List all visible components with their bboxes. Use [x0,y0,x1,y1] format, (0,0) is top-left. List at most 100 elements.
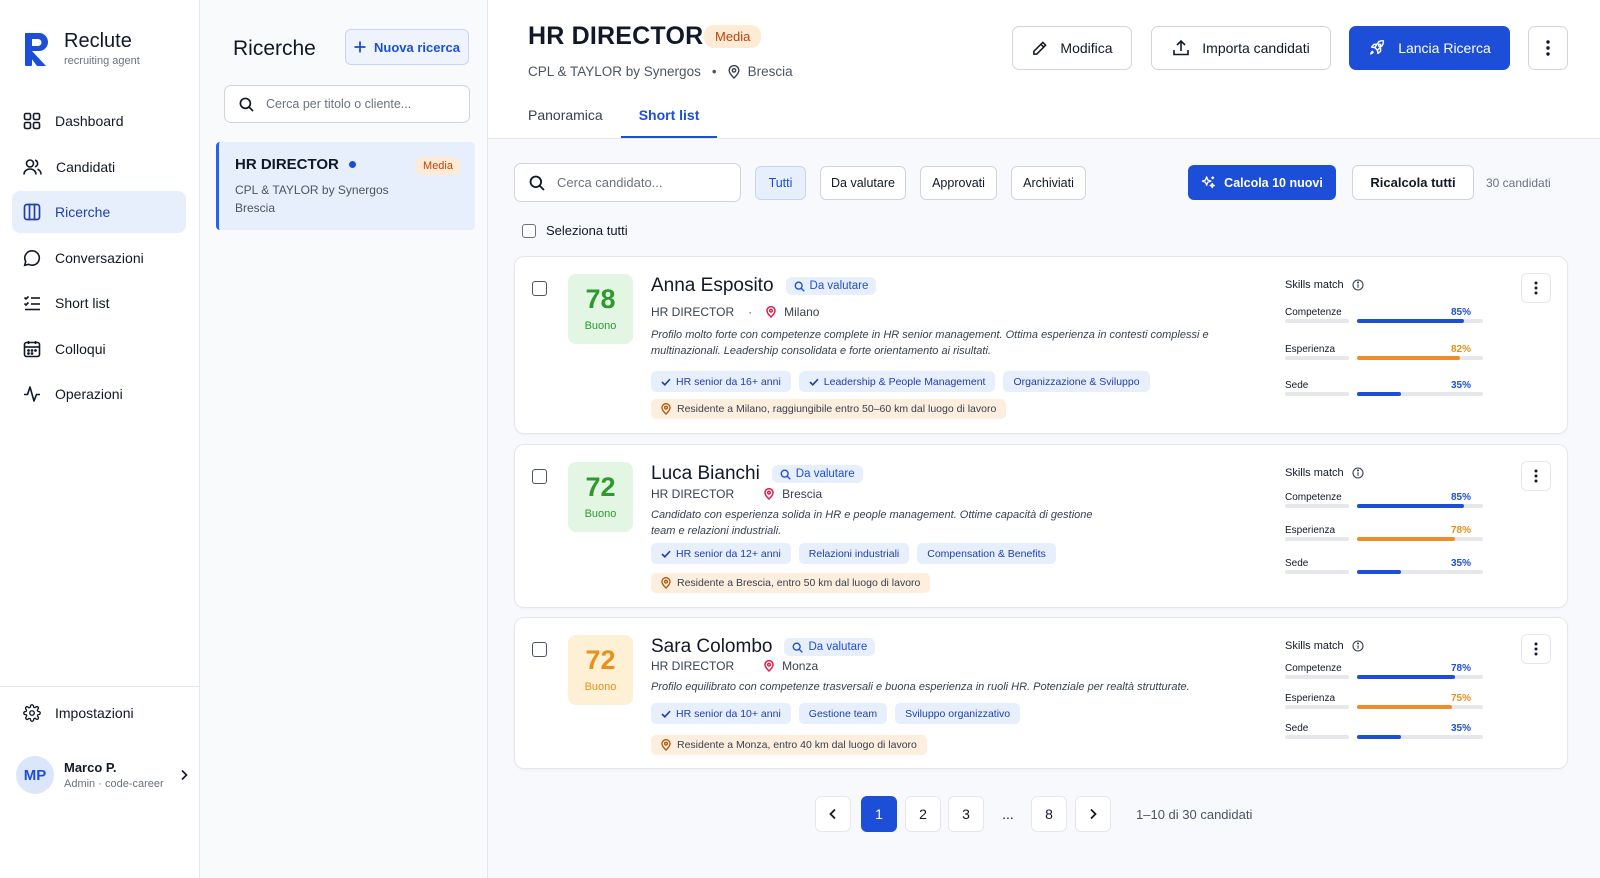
skill-match-track-left [1285,675,1349,679]
filter-chip-da-valutare[interactable]: Da valutare [820,166,906,200]
skill-tag: Relazioni industriali [798,543,910,564]
calculate-new-button[interactable]: Calcola 10 nuovi [1188,165,1336,200]
kebab-menu-icon [1534,642,1538,656]
nav-item-candidati[interactable]: Candidati [12,146,186,188]
select-all-checkbox[interactable] [522,223,536,238]
nav-item-ricerche[interactable]: Ricerche [12,191,186,233]
columns-icon [23,203,41,221]
check-icon [661,378,671,386]
skill-tags: HR senior da 16+ anni Leadership & People… [651,371,1150,392]
skill-tag-label: HR senior da 16+ anni [676,375,781,388]
candidate-checkbox[interactable] [532,281,547,296]
select-all-label: Seleziona tutti [546,223,628,238]
skill-match-track-left [1285,705,1349,709]
candidate-card[interactable]: 72 Buono Sara Colombo Da valutare HR DIR… [514,617,1568,769]
nav-item-dashboard[interactable]: Dashboard [12,100,186,142]
settings-label: Impostazioni [55,705,134,721]
candidate-checkbox[interactable] [532,642,547,657]
search-list-item[interactable]: HR DIRECTOR Media CPL & TAYLOR by Synerg… [216,142,475,230]
select-all[interactable]: Seleziona tutti [522,223,628,238]
brand[interactable]: Reclute recruiting agent [22,30,140,68]
pagination-page-8[interactable]: 8 [1031,796,1067,832]
map-pin-icon [766,306,776,318]
candidate-search-input[interactable]: Cerca candidato... [514,163,741,202]
activity-icon [24,386,40,402]
skill-match-fill [1357,504,1465,508]
new-search-button[interactable]: Nuova ricerca [345,29,469,65]
launch-search-button[interactable]: Lancia Ricerca [1349,26,1510,70]
candidate-name[interactable]: Sara Colombo [651,636,772,658]
import-candidates-button[interactable]: Importa candidati [1151,26,1331,70]
skill-match-percent: 85% [1450,492,1471,503]
sidebar: Reclute recruiting agent Dashboard Candi… [0,0,200,878]
candidates-count: 30 candidati [1486,176,1551,190]
skills-match-title-label: Skills match [1285,640,1344,652]
skill-match-row: Sede 35% [1285,558,1485,574]
skill-match-row: Esperienza 75% [1285,693,1485,709]
map-pin-icon [764,660,774,672]
nav-item-short-list[interactable]: Short list [12,282,186,324]
pagination-page-3[interactable]: 3 [948,796,984,832]
candidate-menu-button[interactable] [1521,634,1551,664]
candidate-name[interactable]: Luca Bianchi [651,463,760,485]
candidate-menu-button[interactable] [1521,461,1551,491]
skill-match-track-left [1285,537,1349,541]
searches-search-input[interactable]: Cerca per titolo o cliente... [224,85,470,123]
candidate-description-line: team e relazioni industriali. [651,524,782,537]
skill-match-percent: 75% [1450,693,1471,704]
nav-item-colloqui[interactable]: Colloqui [12,328,186,370]
skill-match-row: Sede 35% [1285,380,1485,396]
skill-match-label: Sede [1285,558,1309,569]
recalculate-all-button[interactable]: Ricalcola tutti [1352,165,1474,200]
pagination-prev-button[interactable] [815,796,851,832]
filter-chip-tutti[interactable]: Tutti [755,166,806,200]
users-icon [23,158,42,175]
skill-match-fill [1357,537,1456,541]
candidate-role: HR DIRECTOR [651,487,735,501]
edit-button[interactable]: Modifica [1012,26,1132,70]
filter-chip-approvati[interactable]: Approvati [920,166,997,200]
skill-match-row: Competenze 85% [1285,307,1485,323]
candidate-card[interactable]: 78 Buono Anna Esposito Da valutare HR DI… [514,256,1568,434]
nav-item-operazioni[interactable]: Operazioni [12,373,186,415]
meta-separator: · [748,305,753,319]
user-role: Admin · code-career [64,778,164,790]
candidate-card[interactable]: 72 Buono Luca Bianchi Da valutare HR DIR… [514,444,1568,608]
search-item-city: Brescia [235,201,276,215]
nav-item-conversazioni[interactable]: Conversazioni [12,237,186,279]
more-options-button[interactable] [1528,26,1568,70]
info-icon [1352,640,1364,652]
grid-icon [23,112,41,130]
candidate-name[interactable]: Anna Esposito [651,275,774,297]
skill-match-label: Sede [1285,723,1309,734]
search-icon [529,175,545,191]
status-badge: Da valutare [785,277,877,295]
score-badge: 72 Buono [568,635,633,705]
tab-panoramica[interactable]: Panoramica [528,100,603,138]
score-value: 72 [585,472,616,502]
tab-short-list[interactable]: Short list [620,100,718,138]
pagination-next-button[interactable] [1075,796,1111,832]
candidate-city: Monza [782,659,819,673]
pencil-icon [1033,41,1047,55]
candidate-menu-button[interactable] [1521,273,1551,303]
candidate-meta: HR DIRECTOR · Milano [651,305,819,319]
filter-chip-archiviati[interactable]: Archiviati [1011,166,1086,200]
skill-tag-label: Gestione team [808,707,878,720]
skill-match-track [1357,537,1483,541]
skill-tag-label: Relazioni industriali [808,547,900,560]
user-menu[interactable]: MP Marco P. Admin · code-career [16,756,188,794]
nav-label: Dashboard [55,113,124,129]
pagination-page-1[interactable]: 1 [861,796,897,832]
skill-match-track-left [1285,319,1349,323]
skill-match-row: Competenze 78% [1285,663,1485,679]
skill-match-fill [1357,705,1452,709]
settings-link[interactable]: Impostazioni [23,704,134,722]
candidate-checkbox[interactable] [532,469,547,484]
skill-match-track-left [1285,392,1349,396]
skill-match-percent: 35% [1450,558,1471,569]
candidate-description-line: Candidato con esperienza solida in HR e … [651,509,1093,521]
skill-match-track [1357,570,1483,574]
pagination-page-2[interactable]: 2 [905,796,941,832]
chevron-right-icon [1090,808,1097,820]
